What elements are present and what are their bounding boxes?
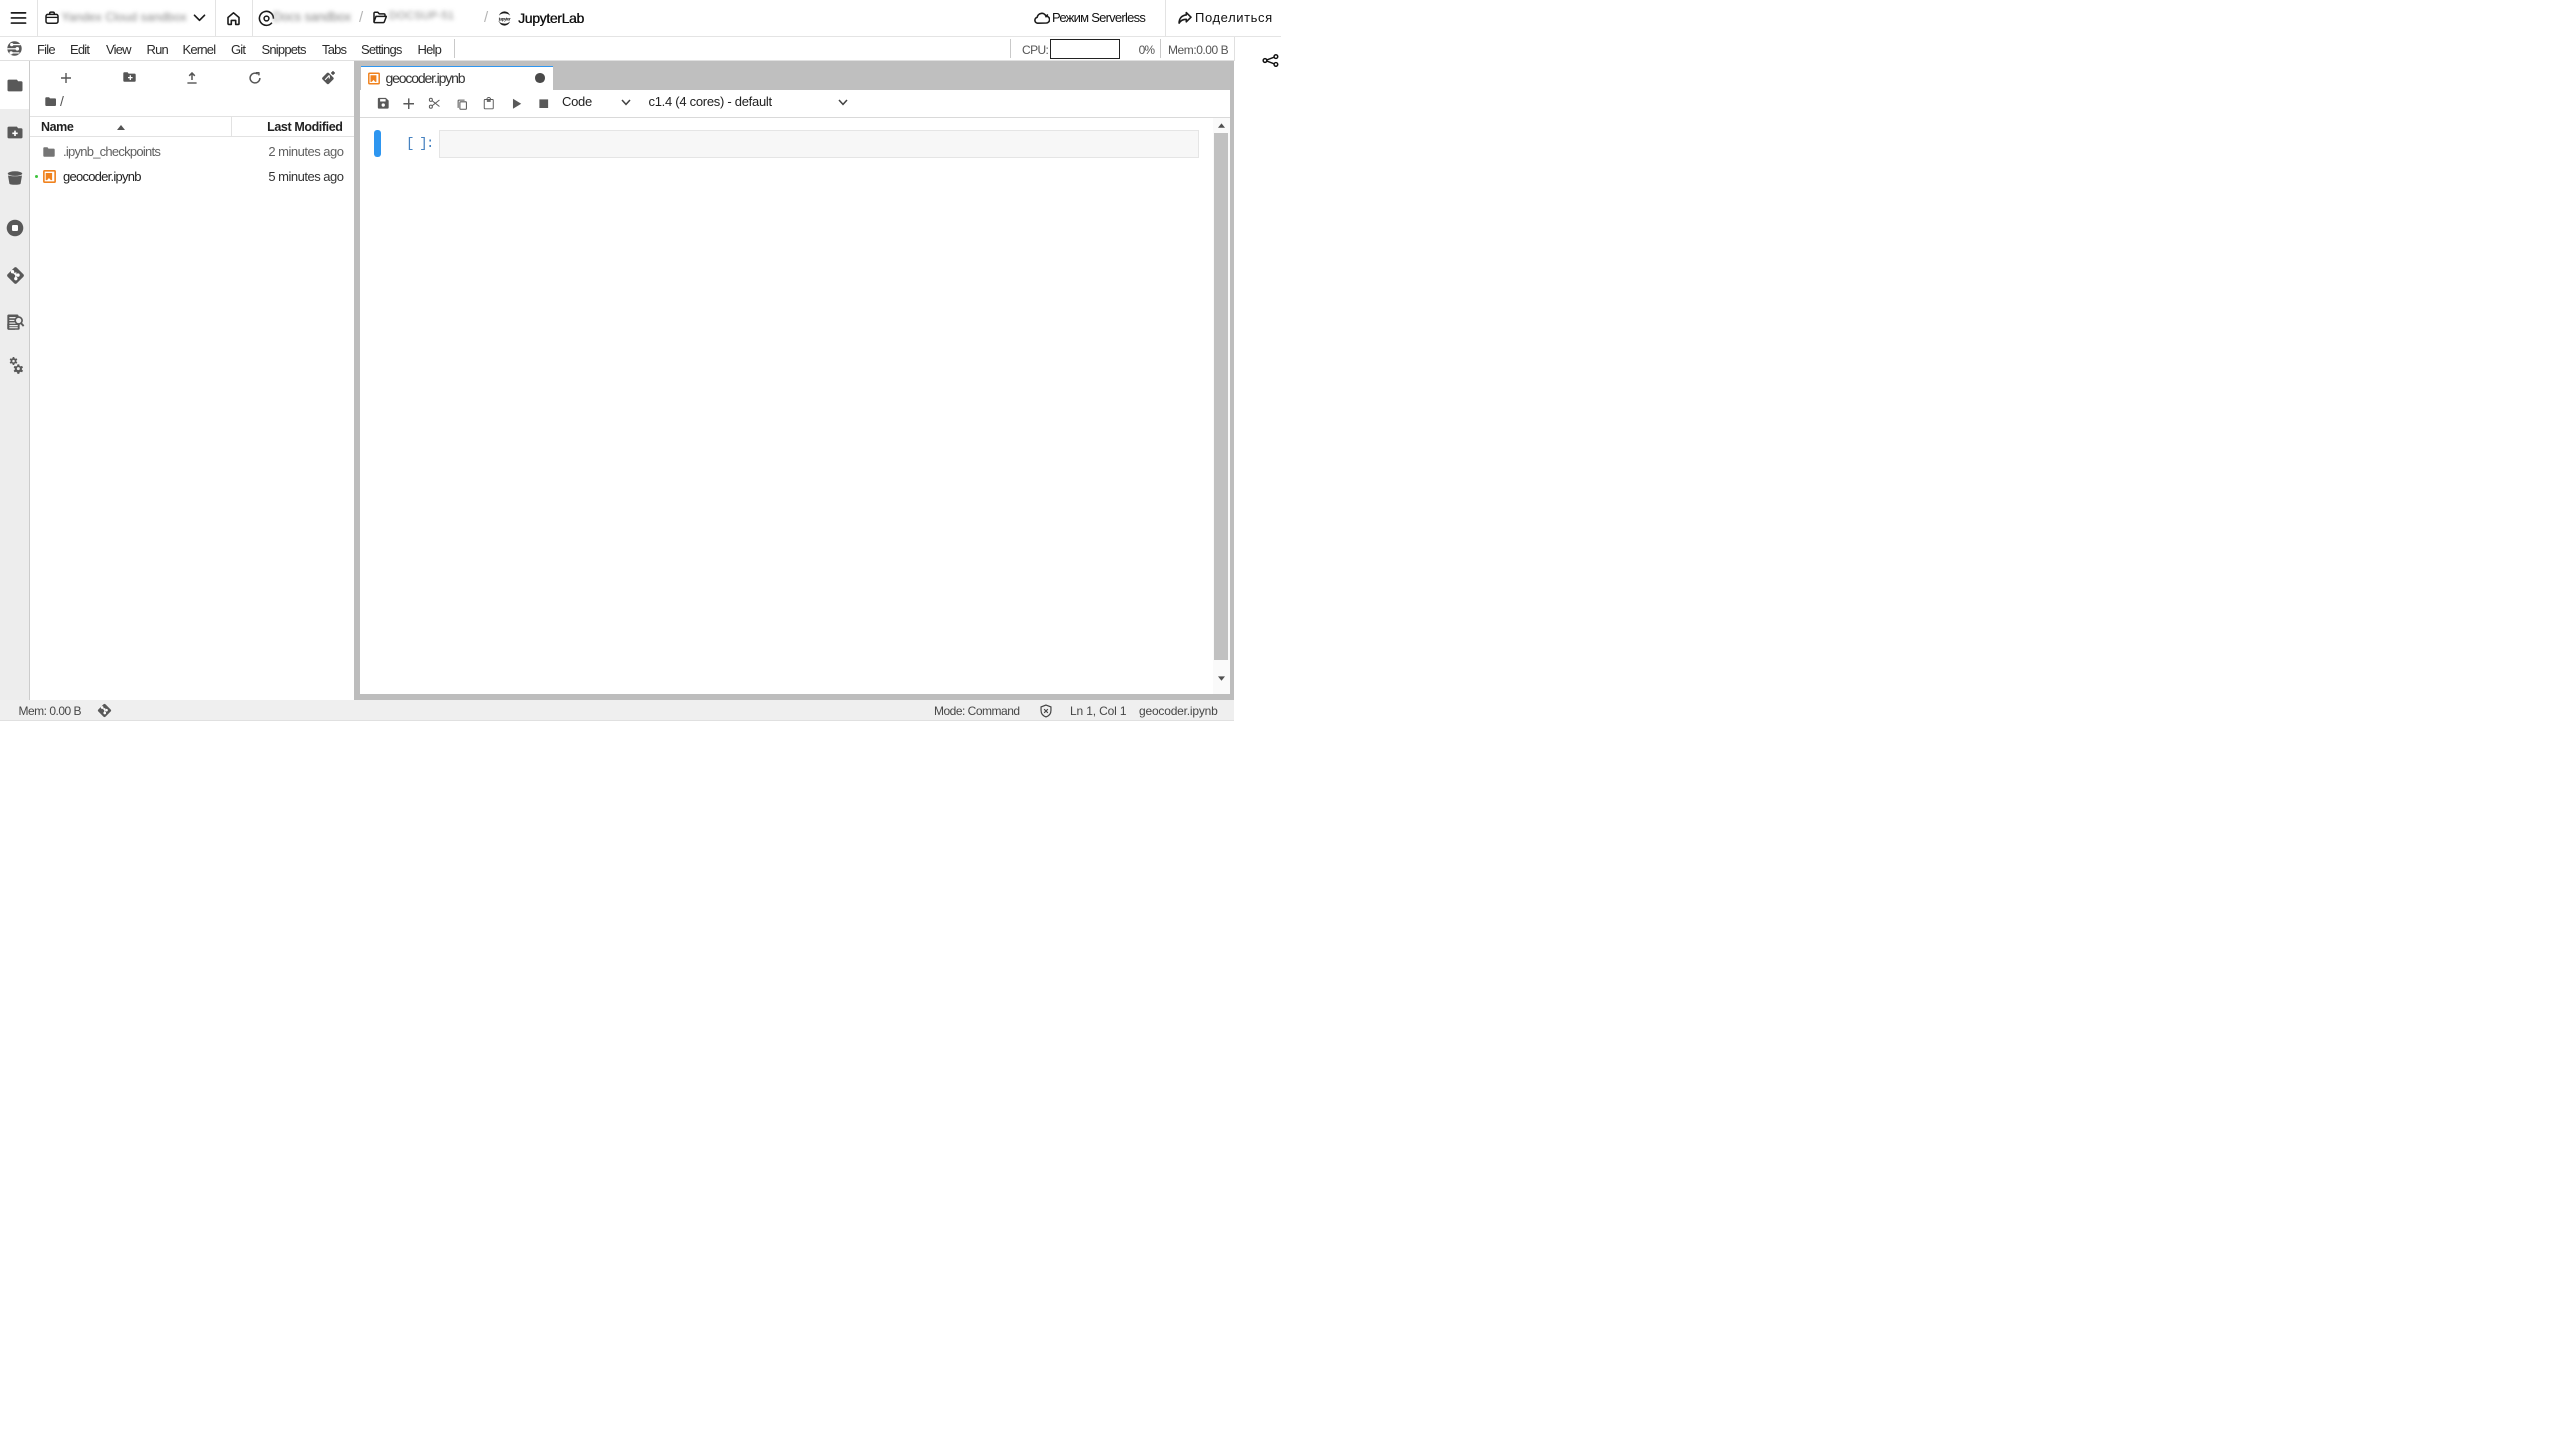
svg-text:jupyter: jupyter [498, 16, 511, 21]
